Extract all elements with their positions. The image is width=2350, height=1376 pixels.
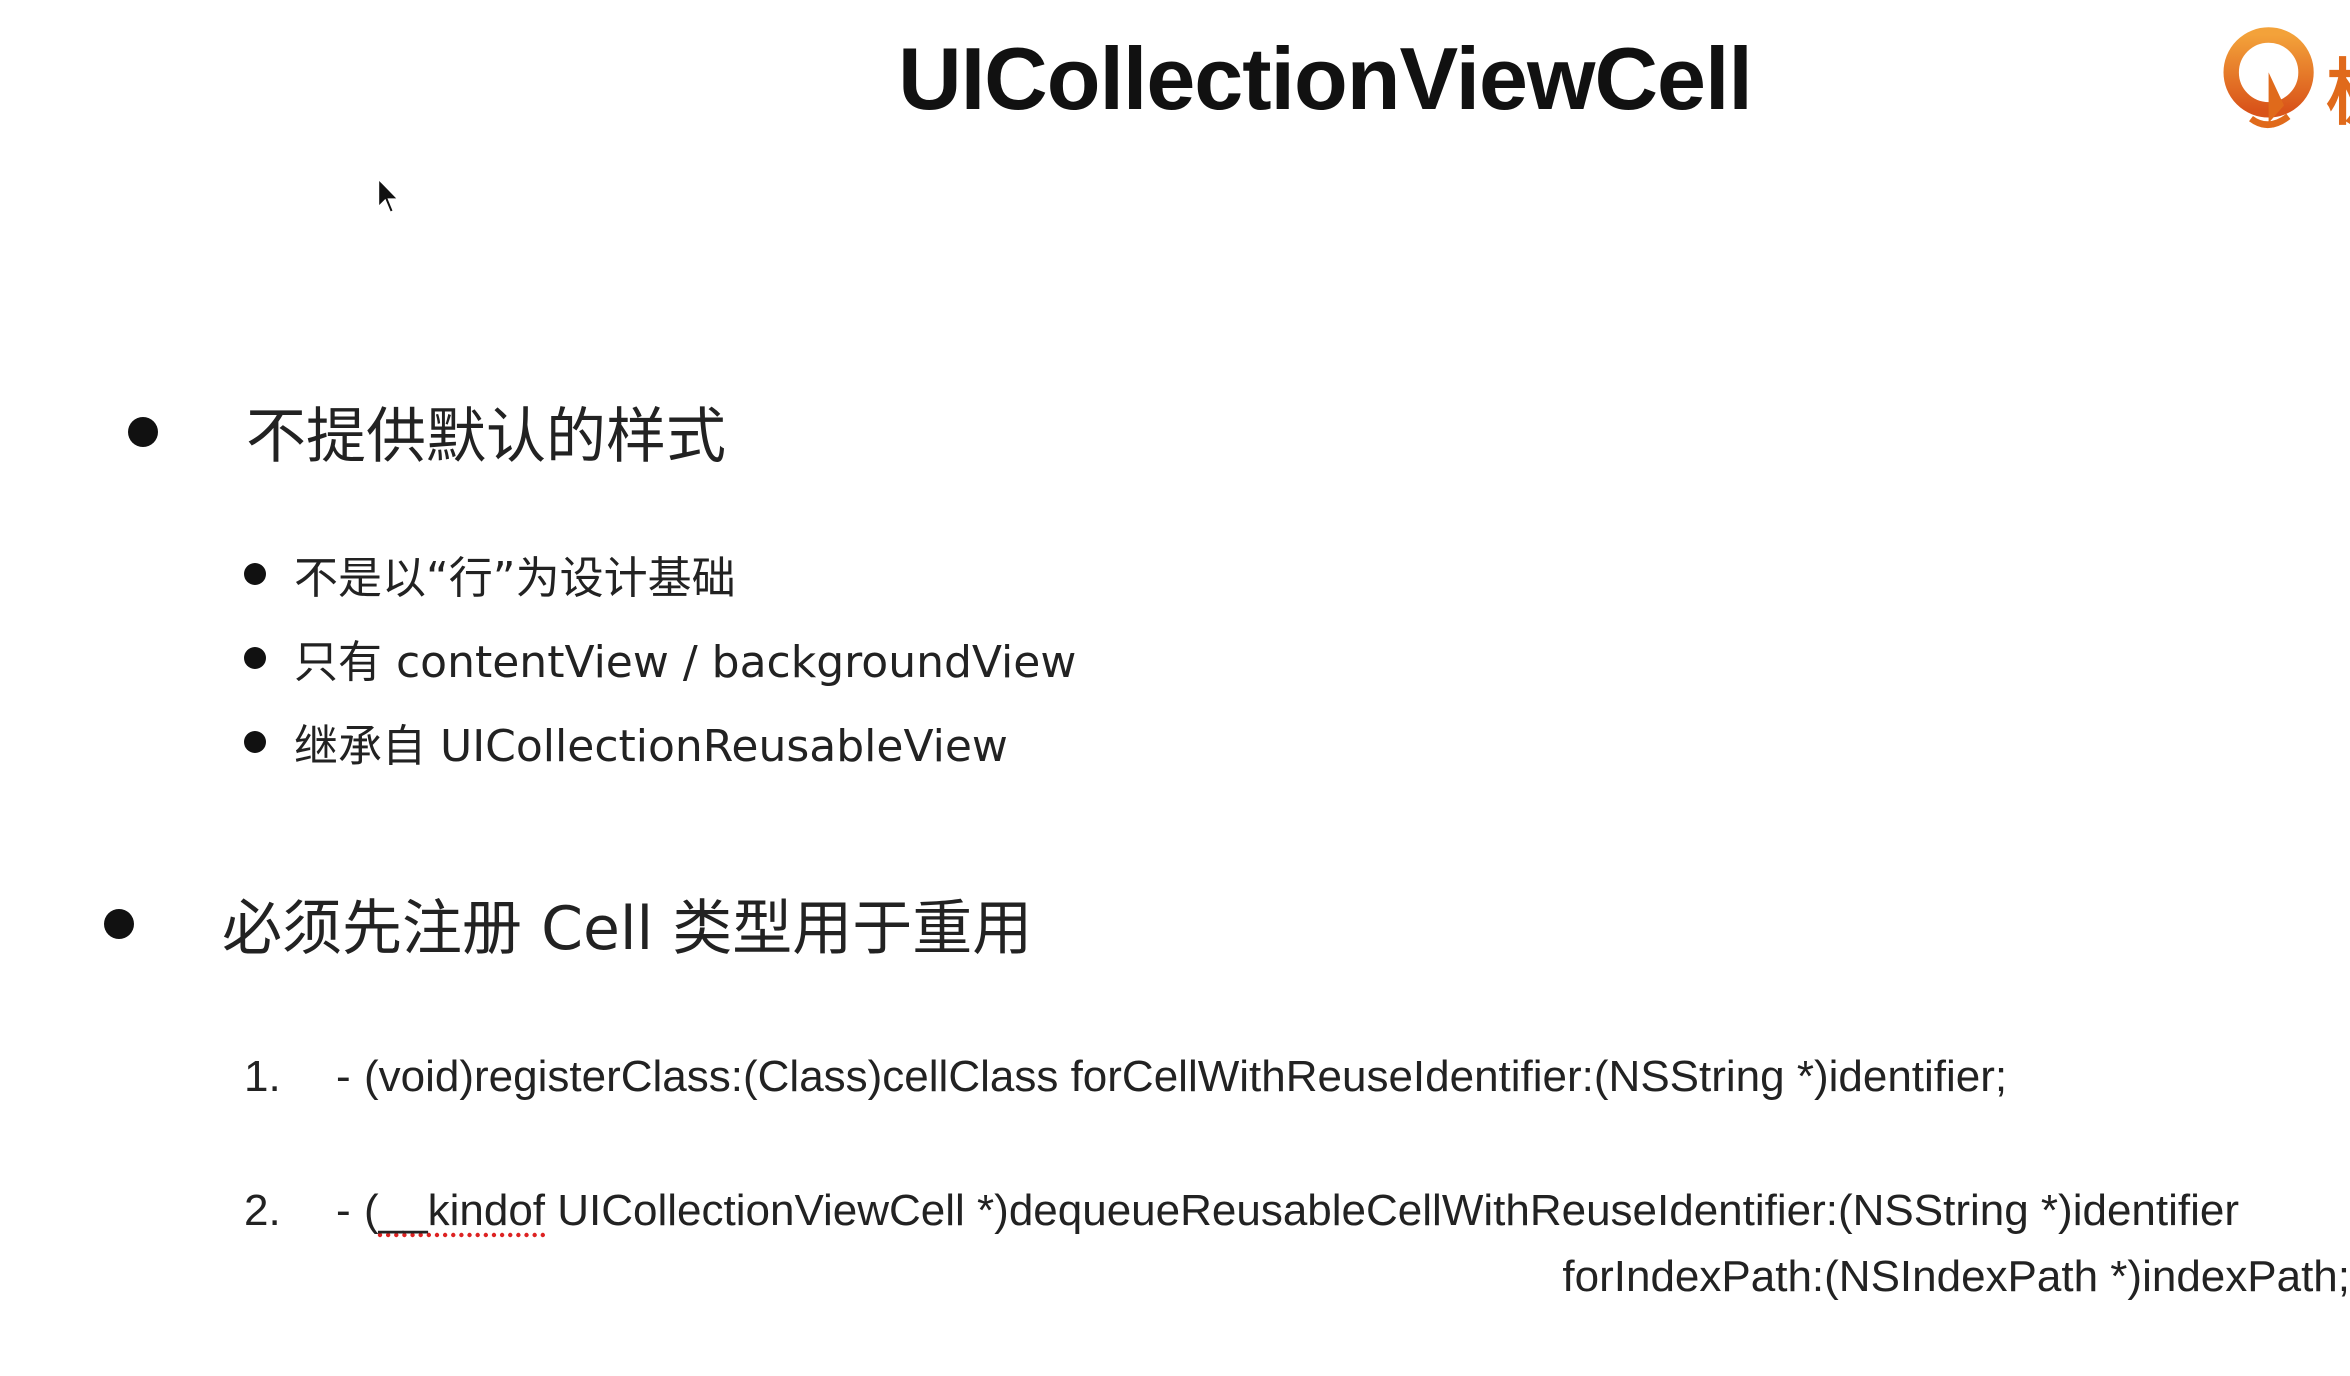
mouse-pointer-icon	[376, 176, 402, 215]
method-number: 2.	[244, 1186, 281, 1235]
sub-bullet-text: 不是以“行”为设计基础	[294, 553, 736, 604]
method-signature: (void)registerClass:(Class)cellClass for…	[364, 1052, 2008, 1101]
sub-bullet-dot	[244, 563, 266, 585]
bullet-text: 不提供默认的样式	[246, 402, 726, 472]
sub-bullet-item: 继承自 UICollectionReusableView	[244, 710, 1008, 774]
sub-bullet-text: 继承自 UICollectionReusableView	[294, 721, 1008, 772]
bullet-dot	[128, 416, 158, 447]
sub-bullet-text: 只有 contentView / backgroundView	[294, 637, 1077, 688]
method-signature: (__kindof UICollectionViewCell *)dequeue…	[364, 1186, 2239, 1236]
code-rest: UICollectionViewCell *)dequeueReusableCe…	[545, 1186, 2240, 1235]
bullet-dot	[104, 908, 134, 939]
logo-text: 极	[2326, 34, 2350, 139]
sub-bullet-dot	[244, 731, 266, 753]
code-paren: (	[364, 1186, 379, 1235]
method-dash: -	[336, 1186, 351, 1235]
sub-bullet-dot	[244, 647, 266, 669]
bullet-item-register-cell: 必须先注册 Cell 类型用于重用	[104, 880, 1032, 967]
method-signature-continuation: forIndexPath:(NSIndexPath *)indexPath;	[1562, 1252, 2350, 1301]
logo-icon	[2223, 27, 2314, 128]
sub-bullet-item: 只有 contentView / backgroundView	[244, 626, 1076, 690]
code-keyword: __kindof	[378, 1186, 546, 1235]
sub-bullet-item: 不是以“行”为设计基础	[244, 542, 736, 606]
bullet-item-no-default-style: 不提供默认的样式	[128, 388, 726, 475]
method-number: 1.	[244, 1052, 281, 1101]
method-dash: -	[336, 1052, 351, 1101]
slide-title: UICollectionViewCell	[898, 29, 1753, 128]
bullet-text: 必须先注册 Cell 类型用于重用	[222, 894, 1033, 964]
